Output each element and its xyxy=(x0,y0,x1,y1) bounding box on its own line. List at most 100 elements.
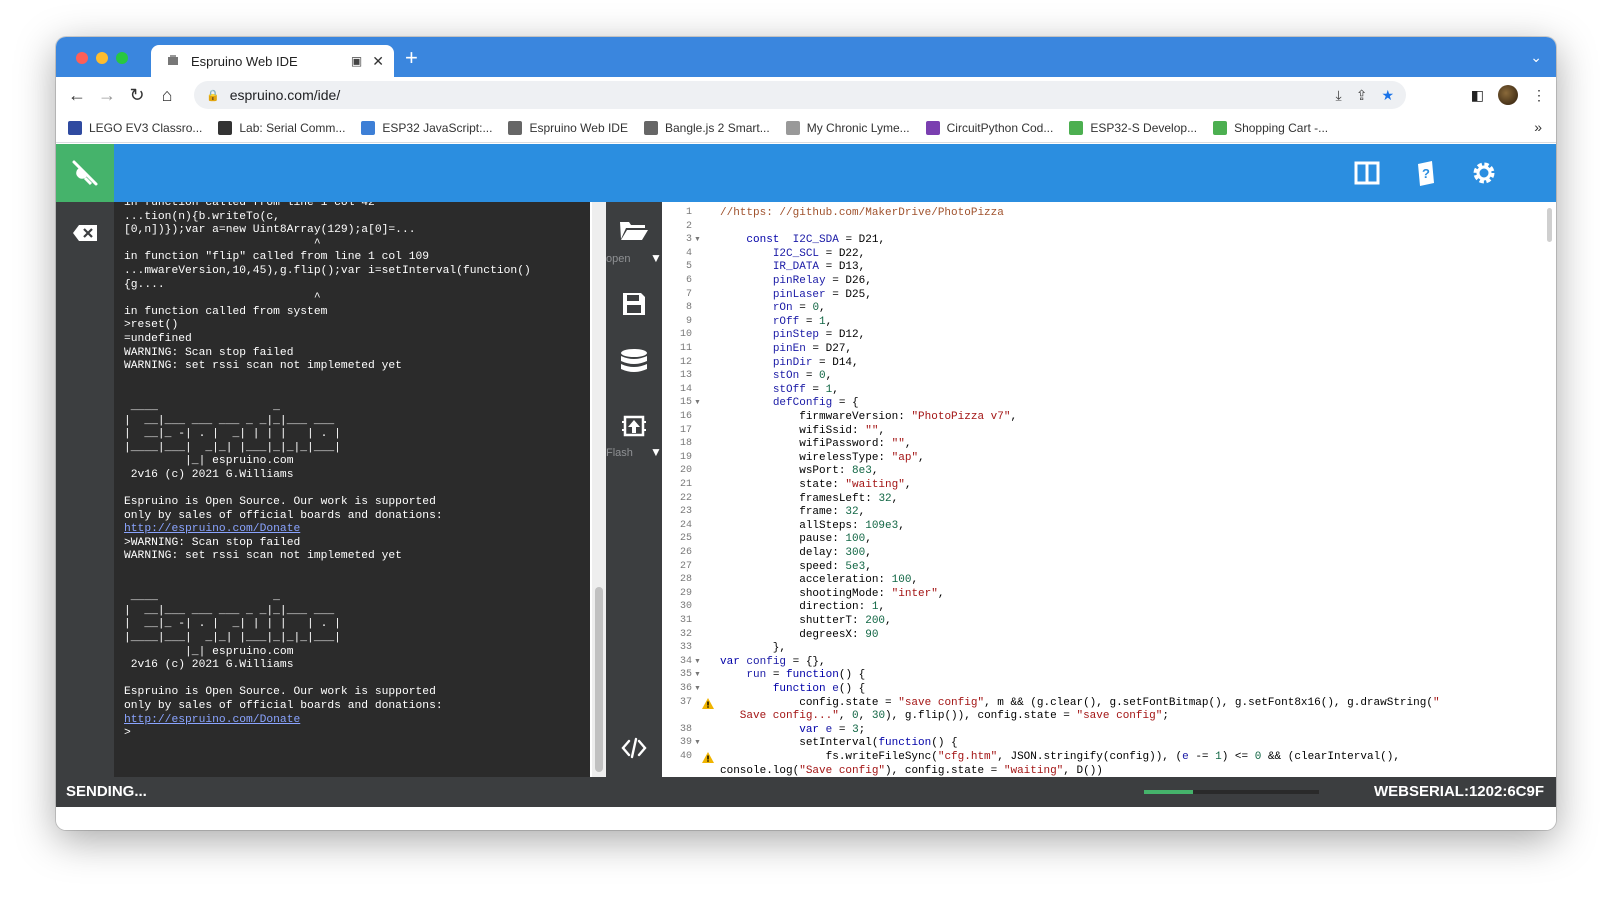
tab-strip: Espruino Web IDE ▣ ✕ + ⌄ xyxy=(56,37,1556,77)
bookmark-item[interactable]: Bangle.js 2 Smart... xyxy=(643,120,770,135)
code-token: , xyxy=(891,492,899,505)
connect-plug-button[interactable] xyxy=(56,144,114,202)
code-line: frame: 32, xyxy=(720,506,865,520)
fold-arrow-icon[interactable]: ▼ xyxy=(694,236,701,243)
terminal-scroll-thumb[interactable] xyxy=(595,587,603,772)
warning-icon[interactable] xyxy=(702,752,714,763)
bookmark-item[interactable]: LEGO EV3 Classro... xyxy=(68,120,202,135)
code-token: , xyxy=(878,601,886,614)
code-line: allSteps: 109e3, xyxy=(720,520,905,534)
code-token: I2C_SDA xyxy=(792,234,839,247)
save-disk-icon[interactable] xyxy=(618,288,650,320)
lock-icon[interactable]: 🔒 xyxy=(206,89,220,102)
code-token: function xyxy=(772,683,826,695)
code-line: delay: 300, xyxy=(720,547,872,561)
code-token: acceleration: xyxy=(720,574,892,587)
donate-link[interactable]: http://espruino.com/Donate xyxy=(124,714,300,726)
warning-icon[interactable] xyxy=(702,697,714,709)
flash-dropdown-icon[interactable]: ▼ xyxy=(650,445,662,459)
kebab-menu-icon[interactable]: ⋮ xyxy=(1532,87,1546,104)
help-book-icon[interactable]: ? xyxy=(1411,158,1441,188)
code-token: 90 xyxy=(865,628,879,641)
code-token: defConfig xyxy=(772,397,833,410)
code-token: = D14, xyxy=(812,356,859,369)
code-token: = D12, xyxy=(819,329,866,342)
bookmark-item[interactable]: Shopping Cart -... xyxy=(1213,120,1328,135)
code-token: 100 xyxy=(891,574,912,587)
bookmark-item[interactable]: ESP32-S Develop... xyxy=(1069,120,1197,135)
zoom-window-button[interactable] xyxy=(116,52,128,64)
forward-arrow-icon[interactable]: → xyxy=(92,85,122,106)
code-token: () { xyxy=(931,737,958,750)
terminal-text-block: in function called from line 1 col 42 ..… xyxy=(124,202,531,522)
code-token: 5e3 xyxy=(845,560,866,573)
back-arrow-icon[interactable]: ← xyxy=(62,85,92,106)
tab-title: Espruino Web IDE xyxy=(191,53,298,69)
code-token: //https: //github.com/MakerDrive/PhotoPi… xyxy=(720,207,1004,219)
bookmark-item[interactable]: My Chronic Lyme... xyxy=(785,120,910,135)
bookmarks-overflow-icon[interactable]: » xyxy=(1534,119,1542,135)
minimize-window-button[interactable] xyxy=(96,52,108,64)
open-folder-icon[interactable] xyxy=(618,214,650,246)
code-token: 109e3 xyxy=(865,519,899,532)
home-icon[interactable]: ⌂ xyxy=(152,85,182,106)
close-window-button[interactable] xyxy=(76,52,88,64)
bookmark-star-icon[interactable]: ★ xyxy=(1381,87,1394,104)
bookmark-favicon-icon xyxy=(785,120,800,135)
settings-gear-icon[interactable] xyxy=(1469,158,1499,188)
bookmark-favicon-icon xyxy=(68,120,82,135)
fold-arrow-icon[interactable]: ▼ xyxy=(694,739,701,746)
active-tab[interactable]: Espruino Web IDE ▣ ✕ xyxy=(151,45,394,77)
code-line: rOn = 0, xyxy=(720,302,826,316)
code-token: 32 xyxy=(878,492,892,505)
side-panel-icon[interactable]: ◧ xyxy=(1471,87,1484,104)
bookmark-item[interactable]: Espruino Web IDE xyxy=(508,120,628,135)
install-app-icon[interactable]: ⤓ xyxy=(1336,87,1342,104)
bookmarks-bar: LEGO EV3 Classro... Lab: Serial Comm... ES… xyxy=(56,113,1556,143)
fold-arrow-icon[interactable]: ▼ xyxy=(694,399,701,406)
code-token: pause: xyxy=(720,533,846,546)
split-view-icon[interactable] xyxy=(1352,158,1382,188)
line-number: 40 xyxy=(679,751,692,762)
bookmark-favicon-icon xyxy=(643,120,658,135)
code-line: }, xyxy=(720,642,786,656)
flash-chip-icon[interactable] xyxy=(618,410,650,442)
code-token: }, xyxy=(720,642,787,655)
new-tab-button[interactable]: + xyxy=(405,47,418,69)
donate-link[interactable]: http://espruino.com/Donate xyxy=(124,523,300,535)
code-view-icon[interactable] xyxy=(618,732,650,764)
code-line: firmwareVersion: "PhotoPizza v7", xyxy=(720,411,1017,425)
profile-avatar[interactable] xyxy=(1498,85,1518,105)
tab-search-chevron-icon[interactable]: ⌄ xyxy=(1530,49,1542,66)
share-icon[interactable]: ⇪ xyxy=(1356,87,1368,104)
line-number: 26 xyxy=(679,547,692,558)
tab-media-icon[interactable]: ▣ xyxy=(351,54,362,68)
address-bar[interactable]: 🔒 espruino.com/ide/ ⤓ ⇪ ★ xyxy=(194,81,1406,109)
editor-scroll-thumb[interactable] xyxy=(1547,208,1552,242)
bookmark-item[interactable]: Lab: Serial Comm... xyxy=(218,120,345,135)
fold-arrow-icon[interactable]: ▼ xyxy=(694,685,701,692)
code-token: pinRelay xyxy=(772,275,826,287)
clear-terminal-icon[interactable] xyxy=(72,224,98,247)
code-editor[interactable]: 1 2 3 ▼ 4 5 6 7 8 9 10 11 12 13 14 15 ▼ 16 17 18 19 20 21 22 23 2… xyxy=(662,202,1556,777)
fold-arrow-icon[interactable]: ▼ xyxy=(694,671,701,678)
console-terminal[interactable]: in function called from line 1 col 42 ..… xyxy=(114,202,590,777)
fold-arrow-icon[interactable]: ▼ xyxy=(694,658,701,665)
terminal-scrollbar[interactable] xyxy=(592,202,606,777)
reload-icon[interactable]: ↻ xyxy=(122,85,152,106)
storage-database-icon[interactable] xyxy=(618,347,650,379)
code-token: "save config" xyxy=(1076,710,1163,723)
line-number: 12 xyxy=(679,356,692,368)
bookmark-item[interactable]: ESP32 JavaScript:... xyxy=(361,120,493,135)
open-dropdown-icon[interactable]: ▼ xyxy=(650,251,662,265)
terminal-prompt: > xyxy=(124,727,131,740)
flash-label: Flash xyxy=(606,447,633,459)
tab-close-icon[interactable]: ✕ xyxy=(372,53,384,70)
bookmark-item[interactable]: CircuitPython Cod... xyxy=(925,120,1053,135)
bookmark-label: ESP32 JavaScript:... xyxy=(382,120,493,135)
